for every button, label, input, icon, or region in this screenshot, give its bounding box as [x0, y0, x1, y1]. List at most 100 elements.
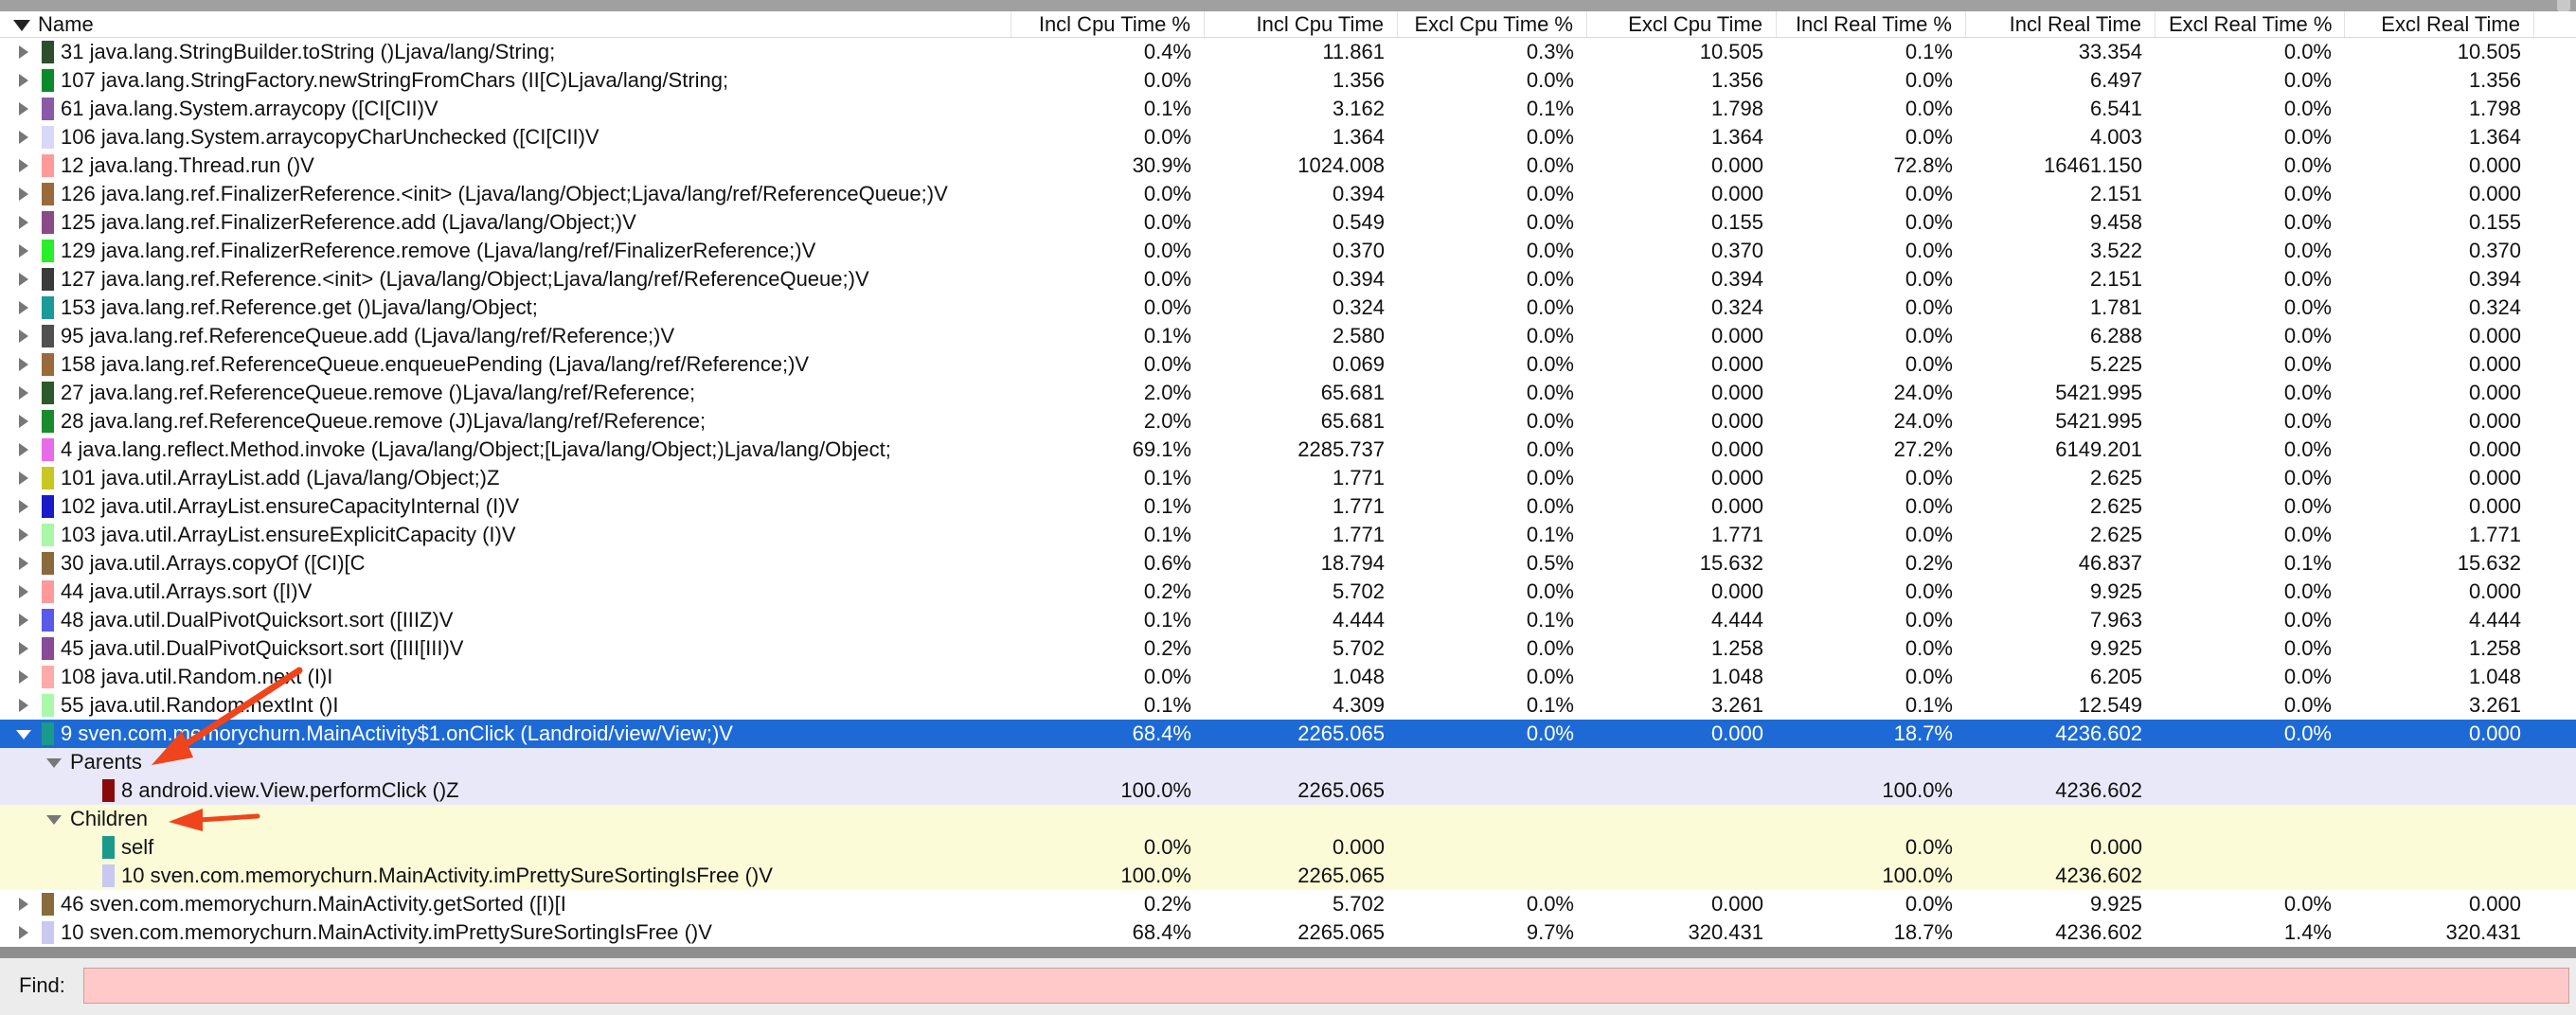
table-row[interactable]: 125 java.lang.ref.FinalizerReference.add…	[0, 208, 2576, 237]
cell-excl_real: 0.324	[2468, 295, 2521, 319]
cell-excl_real_pct: 0.0%	[2283, 409, 2332, 433]
disclosure-collapsed-icon[interactable]	[19, 699, 28, 712]
cell-excl_real_pct: 0.0%	[2283, 153, 2332, 177]
cell-incl_real_pct: 100.0%	[1882, 864, 1953, 887]
column-header-label: Excl Real Time %	[2169, 12, 2333, 36]
disclosure-collapsed-icon[interactable]	[19, 557, 28, 570]
disclosure-collapsed-icon[interactable]	[19, 415, 28, 428]
table-row[interactable]: 127 java.lang.ref.Reference.<init> (Ljav…	[0, 265, 2576, 294]
table-row[interactable]: 31 java.lang.StringBuilder.toString ()Lj…	[0, 38, 2576, 66]
column-header-incl_real_pct[interactable]: Incl Real Time %	[1777, 11, 1966, 37]
disclosure-collapsed-icon[interactable]	[19, 614, 28, 627]
cell-excl_real: 1.798	[2468, 97, 2521, 120]
child-row[interactable]: 10 sven.com.memorychurn.MainActivity.imP…	[0, 862, 2576, 890]
disclosure-collapsed-icon[interactable]	[19, 443, 28, 456]
disclosure-collapsed-icon[interactable]	[19, 642, 28, 655]
disclosure-collapsed-icon[interactable]	[19, 358, 28, 371]
disclosure-collapsed-icon[interactable]	[19, 670, 28, 684]
table-row[interactable]: 108 java.util.Random.next (I)I 0.0% 1.048 0…	[0, 663, 2576, 691]
cell-incl_real: 4.003	[2089, 125, 2142, 149]
method-color-swatch	[42, 467, 54, 490]
table-row[interactable]: 129 java.lang.ref.FinalizerReference.rem…	[0, 237, 2576, 265]
table-row[interactable]: 103 java.util.ArrayList.ensureExplicitCa…	[0, 521, 2576, 549]
disclosure-collapsed-icon[interactable]	[19, 131, 28, 144]
disclosure-collapsed-icon[interactable]	[19, 472, 28, 485]
table-row[interactable]: 95 java.lang.ref.ReferenceQueue.add (Lja…	[0, 322, 2576, 350]
parents-group-row[interactable]: Parents	[0, 748, 2576, 776]
cell-incl_real_pct: 18.7%	[1893, 721, 1953, 745]
disclosure-expanded-icon[interactable]	[46, 758, 62, 768]
table-row[interactable]: 55 java.util.Random.nextInt ()I 0.1% 4.309…	[0, 691, 2576, 720]
column-header-incl_real[interactable]: Incl Real Time	[1966, 11, 2156, 37]
cell-excl_real_pct: 0.0%	[2283, 210, 2332, 234]
disclosure-collapsed-icon[interactable]	[19, 329, 28, 343]
cell-excl_cpu: 3.261	[1710, 693, 1763, 717]
table-row[interactable]: 153 java.lang.ref.Reference.get ()Ljava/…	[0, 294, 2576, 322]
table-row[interactable]: 48 java.util.DualPivotQuicksort.sort ([I…	[0, 606, 2576, 634]
table-row[interactable]: 10 sven.com.memorychurn.MainActivity.imP…	[0, 918, 2576, 947]
table-row[interactable]: 106 java.lang.System.arraycopyCharUnchec…	[0, 123, 2576, 151]
column-header-incl_cpu_pct[interactable]: Incl Cpu Time %	[1011, 11, 1205, 37]
column-header-excl_cpu[interactable]: Excl Cpu Time	[1587, 11, 1777, 37]
table-row[interactable]: 44 java.util.Arrays.sort ([I)V 0.2% 5.702 0…	[0, 578, 2576, 606]
cell-excl_real_pct: 0.0%	[2283, 97, 2332, 120]
cell-excl_cpu: 0.000	[1710, 324, 1763, 347]
disclosure-collapsed-icon[interactable]	[19, 244, 28, 258]
cell-incl_cpu: 18.794	[1320, 551, 1385, 575]
table-row-selected[interactable]: 9 sven.com.memorychurn.MainActivity$1.on…	[0, 720, 2576, 748]
table-row[interactable]: 27 java.lang.ref.ReferenceQueue.remove (…	[0, 379, 2576, 407]
disclosure-collapsed-icon[interactable]	[19, 216, 28, 229]
column-header-excl_real[interactable]: Excl Real Time	[2345, 11, 2534, 37]
disclosure-collapsed-icon[interactable]	[19, 585, 28, 598]
disclosure-collapsed-icon[interactable]	[19, 500, 28, 513]
disclosure-collapsed-icon[interactable]	[19, 45, 28, 59]
disclosure-collapsed-icon[interactable]	[19, 74, 28, 87]
table-row[interactable]: 126 java.lang.ref.FinalizerReference.<in…	[0, 180, 2576, 208]
cell-incl_cpu_pct: 0.0%	[1143, 239, 1191, 262]
disclosure-collapsed-icon[interactable]	[19, 528, 28, 542]
disclosure-collapsed-icon[interactable]	[19, 273, 28, 286]
disclosure-expanded-icon[interactable]	[46, 815, 62, 825]
cell-incl_real_pct: 18.7%	[1893, 920, 1953, 944]
cell-incl_cpu: 0.000	[1332, 835, 1385, 859]
disclosure-collapsed-icon[interactable]	[19, 386, 28, 400]
disclosure-collapsed-icon[interactable]	[19, 898, 28, 911]
cell-incl_cpu: 1.771	[1332, 494, 1385, 518]
table-row[interactable]: 107 java.lang.StringFactory.newStringFro…	[0, 66, 2576, 95]
disclosure-collapsed-icon[interactable]	[19, 301, 28, 314]
parent-row[interactable]: 8 android.view.View.performClick ()Z 100.…	[0, 776, 2576, 805]
disclosure-expanded-icon[interactable]	[16, 730, 31, 739]
disclosure-collapsed-icon[interactable]	[19, 159, 28, 172]
find-input[interactable]	[83, 968, 2569, 1004]
cell-incl_cpu: 0.394	[1332, 267, 1385, 291]
children-group-row[interactable]: Children	[0, 805, 2576, 833]
child-row[interactable]: self 0.0% 0.000 0.0% 0.000	[0, 833, 2576, 862]
table-row[interactable]: 46 sven.com.memorychurn.MainActivity.get…	[0, 890, 2576, 918]
table-row[interactable]: 28 java.lang.ref.ReferenceQueue.remove (…	[0, 407, 2576, 436]
table-row[interactable]: 12 java.lang.Thread.run ()V 30.9% 1024.008…	[0, 151, 2576, 180]
sort-descending-icon	[13, 20, 30, 32]
disclosure-collapsed-icon[interactable]	[19, 926, 28, 939]
column-header-name[interactable]: Name	[0, 11, 1011, 37]
table-row[interactable]: 61 java.lang.System.arraycopy ([CI[CII)V…	[0, 95, 2576, 123]
method-name: 153 java.lang.ref.Reference.get ()Ljava/…	[61, 295, 538, 319]
table-row[interactable]: 30 java.util.Arrays.copyOf ([CI)[C 0.6% 18…	[0, 549, 2576, 578]
cell-incl_cpu: 65.681	[1320, 381, 1385, 404]
table-row[interactable]: 4 java.lang.reflect.Method.invoke (Ljava…	[0, 436, 2576, 464]
cell-incl_real: 2.625	[2089, 523, 2142, 546]
cell-incl_real_pct: 0.1%	[1905, 40, 1953, 63]
cell-excl_cpu: 10.505	[1699, 40, 1763, 63]
disclosure-collapsed-icon[interactable]	[19, 102, 28, 116]
cell-excl_cpu_pct: 0.0%	[1526, 239, 1574, 262]
cell-incl_real: 1.781	[2089, 295, 2142, 319]
column-header-excl_real_pct[interactable]: Excl Real Time %	[2156, 11, 2345, 37]
table-row[interactable]: 45 java.util.DualPivotQuicksort.sort ([I…	[0, 634, 2576, 663]
cell-excl_cpu_pct: 0.1%	[1526, 97, 1574, 120]
disclosure-collapsed-icon[interactable]	[19, 187, 28, 201]
table-row[interactable]: 158 java.lang.ref.ReferenceQueue.enqueue…	[0, 350, 2576, 379]
column-header-excl_cpu_pct[interactable]: Excl Cpu Time %	[1398, 11, 1587, 37]
cell-incl_real: 2.151	[2089, 182, 2142, 205]
table-row[interactable]: 101 java.util.ArrayList.add (Ljava/lang/…	[0, 464, 2576, 492]
column-header-incl_cpu[interactable]: Incl Cpu Time	[1205, 11, 1398, 37]
table-row[interactable]: 102 java.util.ArrayList.ensureCapacityIn…	[0, 492, 2576, 521]
